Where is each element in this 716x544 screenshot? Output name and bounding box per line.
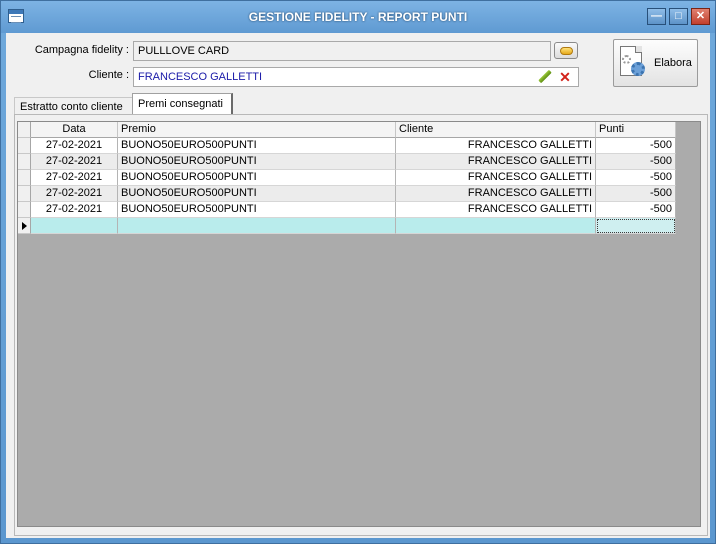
table-row[interactable]: 27-02-2021 BUONO50EURO500PUNTI FRANCESCO…: [18, 154, 676, 170]
cliente-field[interactable]: FRANCESCO GALLETTI: [133, 67, 579, 87]
window-client-area: Campagna fidelity : PULLLOVE CARD Client…: [6, 33, 710, 538]
x-icon[interactable]: ✕: [558, 70, 572, 84]
row-selector[interactable]: [18, 170, 31, 186]
cliente-label: Cliente :: [88, 69, 129, 81]
elabora-button[interactable]: Elabora: [613, 39, 698, 87]
cell-data[interactable]: 27-02-2021: [31, 202, 118, 218]
cell-premio[interactable]: BUONO50EURO500PUNTI: [118, 154, 396, 170]
cell-punti[interactable]: -500: [596, 154, 676, 170]
cell-premio[interactable]: BUONO50EURO500PUNTI: [118, 202, 396, 218]
window-title: GESTIONE FIDELITY - REPORT PUNTI: [248, 10, 468, 24]
cell-punti[interactable]: -500: [596, 138, 676, 154]
new-cell-punti[interactable]: [596, 218, 676, 234]
column-header-data[interactable]: Data: [31, 122, 118, 138]
folder-open-icon: [560, 47, 573, 55]
row-selector[interactable]: [18, 154, 31, 170]
new-row[interactable]: [18, 218, 676, 234]
gear-small-icon: [622, 55, 631, 64]
pencil-icon[interactable]: [537, 70, 551, 84]
cell-data[interactable]: 27-02-2021: [31, 186, 118, 202]
cell-data[interactable]: 27-02-2021: [31, 170, 118, 186]
row-selector[interactable]: [18, 138, 31, 154]
grid-header-row: Data Premio Cliente Punti: [18, 122, 676, 138]
cell-cliente[interactable]: FRANCESCO GALLETTI: [396, 138, 596, 154]
title-bar[interactable]: GESTIONE FIDELITY - REPORT PUNTI — □ ✕: [1, 1, 715, 33]
row-selector-header: [18, 122, 31, 138]
campagna-field[interactable]: PULLLOVE CARD: [133, 41, 551, 61]
close-button[interactable]: ✕: [691, 8, 710, 25]
campagna-browse-button[interactable]: [554, 42, 578, 59]
cell-cliente[interactable]: FRANCESCO GALLETTI: [396, 170, 596, 186]
cell-cliente[interactable]: FRANCESCO GALLETTI: [396, 154, 596, 170]
maximize-button[interactable]: □: [669, 8, 688, 25]
tab-premi-consegnati[interactable]: Premi consegnati: [132, 93, 233, 115]
cell-data[interactable]: 27-02-2021: [31, 138, 118, 154]
cell-premio[interactable]: BUONO50EURO500PUNTI: [118, 186, 396, 202]
app-window: GESTIONE FIDELITY - REPORT PUNTI — □ ✕ C…: [0, 0, 716, 544]
minimize-button[interactable]: —: [647, 8, 666, 25]
cell-punti[interactable]: -500: [596, 202, 676, 218]
column-header-premio[interactable]: Premio: [118, 122, 396, 138]
table-row[interactable]: 27-02-2021 BUONO50EURO500PUNTI FRANCESCO…: [18, 186, 676, 202]
cell-data[interactable]: 27-02-2021: [31, 154, 118, 170]
cell-premio[interactable]: BUONO50EURO500PUNTI: [118, 138, 396, 154]
cell-cliente[interactable]: FRANCESCO GALLETTI: [396, 202, 596, 218]
table-row[interactable]: 27-02-2021 BUONO50EURO500PUNTI FRANCESCO…: [18, 202, 676, 218]
row-selector[interactable]: [18, 186, 31, 202]
cell-punti[interactable]: -500: [596, 170, 676, 186]
cell-premio[interactable]: BUONO50EURO500PUNTI: [118, 170, 396, 186]
current-row-arrow-icon[interactable]: [18, 218, 31, 234]
row-selector[interactable]: [18, 202, 31, 218]
cell-punti[interactable]: -500: [596, 186, 676, 202]
premi-grid[interactable]: Data Premio Cliente Punti 27-02-2021 BUO…: [17, 121, 701, 527]
column-header-punti[interactable]: Punti: [596, 122, 676, 138]
table-row[interactable]: 27-02-2021 BUONO50EURO500PUNTI FRANCESCO…: [18, 138, 676, 154]
column-header-cliente[interactable]: Cliente: [396, 122, 596, 138]
new-cell-premio[interactable]: [118, 218, 396, 234]
new-cell-data[interactable]: [31, 218, 118, 234]
campagna-label: Campagna fidelity :: [34, 44, 129, 56]
table-row[interactable]: 27-02-2021 BUONO50EURO500PUNTI FRANCESCO…: [18, 170, 676, 186]
new-cell-cliente[interactable]: [396, 218, 596, 234]
elabora-label: Elabora: [654, 57, 692, 69]
cell-cliente[interactable]: FRANCESCO GALLETTI: [396, 186, 596, 202]
gear-icon: [631, 62, 645, 76]
